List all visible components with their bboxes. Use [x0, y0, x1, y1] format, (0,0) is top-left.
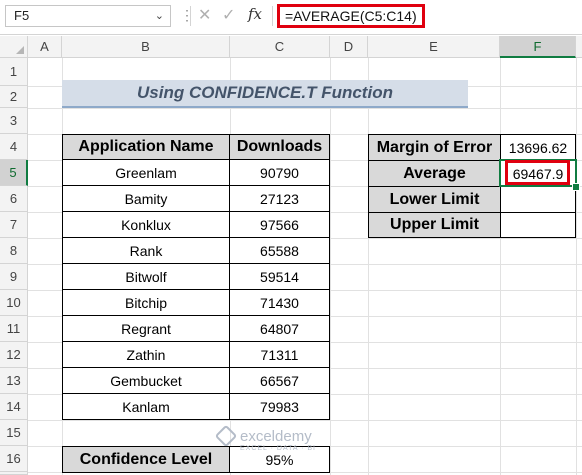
- upper-limit-value[interactable]: [500, 212, 576, 238]
- app-name-cell[interactable]: Gembucket: [62, 367, 230, 394]
- sheet-title[interactable]: Using CONFIDENCE.T Function: [62, 80, 468, 108]
- column-header-f[interactable]: F: [500, 36, 576, 58]
- app-name-cell[interactable]: Konklux: [62, 211, 230, 238]
- row-header-16[interactable]: 16: [0, 446, 28, 472]
- column-header-g[interactable]: [576, 36, 582, 58]
- downloads-cell[interactable]: 65588: [229, 237, 330, 264]
- gridline: [330, 58, 331, 475]
- name-box-value: F5: [14, 8, 30, 23]
- row-header-2[interactable]: 2: [0, 86, 28, 108]
- watermark-tagline: EXCEL · DATA · BI: [240, 445, 316, 452]
- app-name-cell[interactable]: Bamity: [62, 185, 230, 212]
- downloads-cell[interactable]: 71430: [229, 289, 330, 316]
- downloads-cell[interactable]: 71311: [229, 341, 330, 368]
- lower-limit-label[interactable]: Lower Limit: [368, 186, 501, 213]
- row-header-3[interactable]: 3: [0, 108, 28, 134]
- app-name-cell[interactable]: Greenlam: [62, 159, 230, 186]
- app-name-cell[interactable]: Zathin: [62, 341, 230, 368]
- margin-of-error-label[interactable]: Margin of Error: [368, 134, 501, 161]
- column-header-c[interactable]: C: [230, 36, 330, 58]
- app-name-cell[interactable]: Bitchip: [62, 289, 230, 316]
- row-header-9[interactable]: 9: [0, 264, 28, 290]
- gridline: [368, 58, 369, 475]
- enter-icon[interactable]: ✓: [222, 6, 235, 26]
- gridline: [28, 108, 582, 109]
- column-header-b[interactable]: B: [62, 36, 230, 58]
- downloads-cell[interactable]: 90790: [229, 159, 330, 186]
- name-box[interactable]: F5 ⌄: [5, 5, 171, 27]
- select-all-triangle-icon: [16, 46, 24, 54]
- row-header-15[interactable]: 15: [0, 420, 28, 446]
- more-options-icon[interactable]: ⋮: [180, 6, 194, 24]
- column-header-e[interactable]: E: [368, 36, 500, 58]
- insert-function-icon[interactable]: fx: [248, 5, 262, 23]
- confidence-level-label[interactable]: Confidence Level: [62, 446, 230, 473]
- watermark-name: exceldemy: [240, 428, 312, 445]
- row-header-11[interactable]: 11: [0, 316, 28, 342]
- gridline: [28, 420, 582, 421]
- chevron-down-icon[interactable]: ⌄: [155, 6, 164, 26]
- app-name-cell[interactable]: Kanlam: [62, 393, 230, 420]
- app-name-cell[interactable]: Rank: [62, 237, 230, 264]
- row-header-6[interactable]: 6: [0, 186, 28, 212]
- downloads-cell[interactable]: 97566: [229, 211, 330, 238]
- margin-of-error-value[interactable]: 13696.62: [500, 134, 576, 161]
- formula-input[interactable]: =AVERAGE(C5:C14): [277, 4, 425, 28]
- row-header-1[interactable]: 1: [0, 58, 28, 86]
- column-header-a[interactable]: A: [28, 36, 62, 58]
- downloads-cell[interactable]: 79983: [229, 393, 330, 420]
- app-name-cell[interactable]: Bitwolf: [62, 263, 230, 290]
- watermark: exceldemy EXCEL · DATA · BI: [214, 424, 316, 452]
- downloads-cell[interactable]: 27123: [229, 185, 330, 212]
- cancel-icon[interactable]: ✕: [198, 6, 211, 26]
- header-application-name[interactable]: Application Name: [62, 134, 230, 160]
- formula-bar-divider-2: [272, 6, 273, 26]
- downloads-cell[interactable]: 66567: [229, 367, 330, 394]
- row-header-8[interactable]: 8: [0, 238, 28, 264]
- row-header-7[interactable]: 7: [0, 212, 28, 238]
- formula-bar: F5 ⌄ ⋮ ✕ ✓ fx =AVERAGE(C5:C14): [0, 0, 582, 35]
- row-header-4[interactable]: 4: [0, 134, 28, 160]
- formula-text: =AVERAGE(C5:C14): [285, 8, 417, 24]
- downloads-cell[interactable]: 59514: [229, 263, 330, 290]
- gridline: [576, 58, 577, 475]
- upper-limit-label[interactable]: Upper Limit: [368, 212, 501, 238]
- gridline: [500, 58, 501, 475]
- row-header-14[interactable]: 14: [0, 394, 28, 420]
- exceldemy-logo-icon: [214, 424, 238, 448]
- average-label[interactable]: Average: [368, 160, 501, 187]
- header-downloads[interactable]: Downloads: [229, 134, 330, 160]
- fill-handle[interactable]: [572, 183, 580, 191]
- row-header-5[interactable]: 5: [0, 160, 28, 186]
- column-header-d[interactable]: D: [330, 36, 368, 58]
- select-all-button[interactable]: [0, 36, 28, 58]
- formula-bar-divider: [190, 6, 191, 26]
- row-header-13[interactable]: 13: [0, 368, 28, 394]
- downloads-cell[interactable]: 64807: [229, 315, 330, 342]
- highlight-box: [505, 160, 570, 185]
- lower-limit-value[interactable]: [500, 186, 576, 213]
- row-header-12[interactable]: 12: [0, 342, 28, 368]
- row-header-10[interactable]: 10: [0, 290, 28, 316]
- app-name-cell[interactable]: Regrant: [62, 315, 230, 342]
